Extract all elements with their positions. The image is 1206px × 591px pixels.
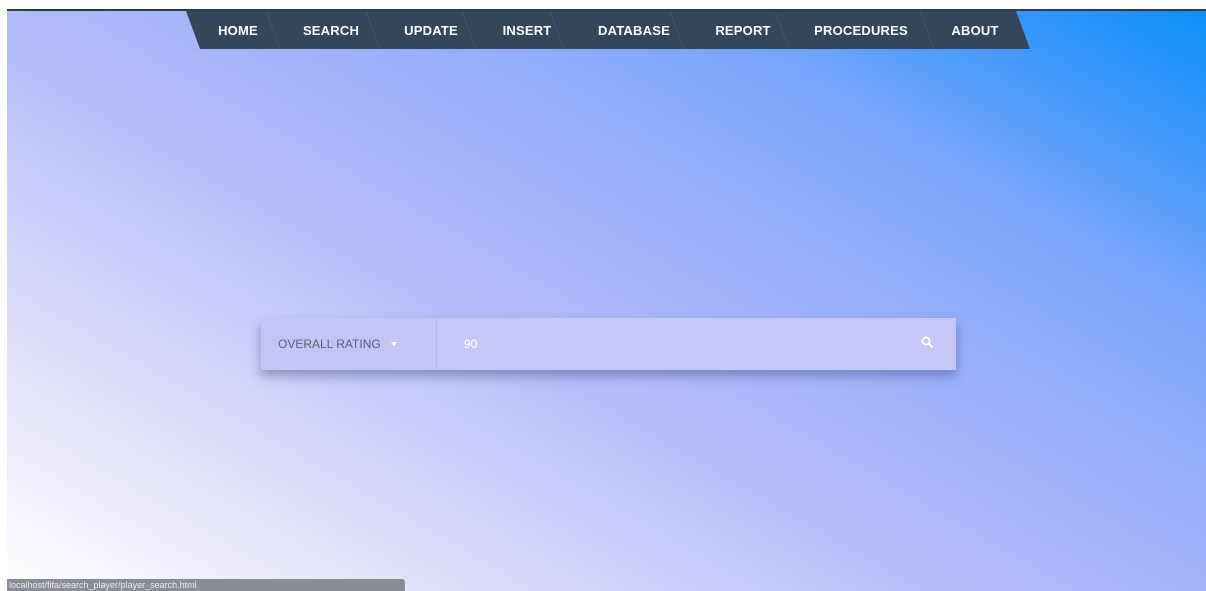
- search-icon: [921, 336, 933, 348]
- filter-dropdown[interactable]: OVERALL RATING: [261, 318, 436, 370]
- nav-item-insert[interactable]: INSERT: [493, 11, 561, 49]
- filter-dropdown-label: OVERALL RATING: [278, 337, 381, 351]
- gradient-background: [7, 9, 1206, 591]
- nav-item-report[interactable]: REPORT: [705, 11, 781, 49]
- nav-item-update[interactable]: UPDATE: [396, 11, 466, 49]
- nav-item-search[interactable]: SEARCH: [296, 11, 366, 49]
- search-button[interactable]: [907, 318, 956, 370]
- page: HOME SEARCH UPDATE INSERT DATABASE REPOR…: [0, 0, 1206, 591]
- status-url: localhost/fifa/search_player/player_sear…: [9, 580, 197, 590]
- search-bar: OVERALL RATING: [261, 318, 956, 370]
- nav-item-home[interactable]: HOME: [210, 11, 266, 49]
- nav-item-about[interactable]: ABOUT: [942, 11, 1008, 49]
- chevron-down-icon: [391, 342, 397, 346]
- search-input[interactable]: [437, 318, 907, 370]
- nav-item-database[interactable]: DATABASE: [588, 11, 680, 49]
- browser-status-bar: localhost/fifa/search_player/player_sear…: [7, 579, 405, 591]
- nav-item-procedures[interactable]: PROCEDURES: [806, 11, 916, 49]
